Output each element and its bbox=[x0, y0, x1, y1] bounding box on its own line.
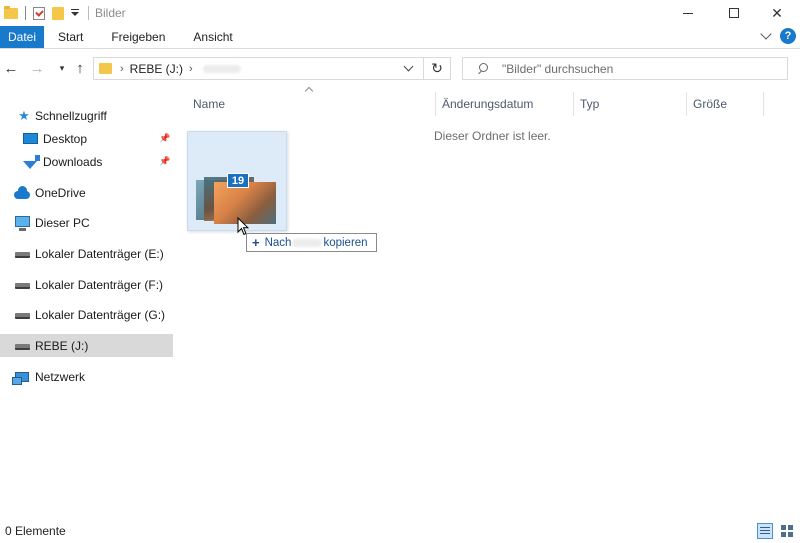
folder-icon bbox=[4, 5, 18, 19]
arrow-right-icon: → bbox=[29, 59, 45, 77]
column-divider[interactable] bbox=[435, 92, 436, 116]
search-input[interactable] bbox=[502, 61, 782, 76]
pin-icon[interactable]: 📌 bbox=[159, 156, 170, 166]
redacted-folder-name[interactable] bbox=[202, 64, 241, 73]
breadcrumb-separator-icon[interactable]: › bbox=[120, 63, 124, 75]
tab-freigeben[interactable]: Freigeben bbox=[97, 26, 179, 48]
arrow-up-icon: ↑ bbox=[76, 59, 84, 77]
forward-button[interactable]: → bbox=[28, 58, 46, 78]
back-button[interactable]: ← bbox=[2, 58, 20, 78]
window-title: Bilder bbox=[95, 6, 126, 20]
nav-item-dieser-pc[interactable]: Dieser PC bbox=[0, 211, 173, 234]
nav-item-label: Dieser PC bbox=[35, 215, 90, 230]
maximize-button[interactable] bbox=[711, 0, 757, 26]
nav-item-label: Lokaler Datenträger (E:) bbox=[35, 246, 164, 261]
drive-icon bbox=[14, 338, 30, 354]
column-header-name[interactable]: Name bbox=[193, 93, 225, 115]
refresh-icon: ↻ bbox=[431, 60, 443, 76]
address-row: ← → ▾ ↑ › REBE (J:) › ↻ bbox=[0, 50, 800, 86]
nav-item-label: Schnellzugriff bbox=[35, 108, 107, 123]
minimize-icon bbox=[683, 12, 693, 14]
large-icons-view-icon[interactable] bbox=[780, 524, 794, 538]
chevron-down-icon: ▾ bbox=[59, 62, 65, 73]
status-bar: 0 Elemente bbox=[0, 519, 800, 543]
nav-item-schnellzugriff[interactable]: ★ Schnellzugriff bbox=[0, 104, 173, 127]
nav-item-downloads[interactable]: Downloads 📌 bbox=[0, 150, 173, 173]
nav-item-drive-e[interactable]: Lokaler Datenträger (E:) bbox=[0, 242, 173, 265]
cloud-icon bbox=[14, 185, 30, 201]
arrow-left-icon: ← bbox=[3, 59, 19, 77]
nav-item-label: Downloads bbox=[43, 154, 103, 169]
drive-icon bbox=[14, 307, 30, 323]
customize-toolbar-icon[interactable] bbox=[71, 8, 79, 18]
sort-ascending-icon bbox=[304, 86, 314, 96]
maximize-icon bbox=[729, 8, 739, 18]
search-icon bbox=[477, 63, 488, 74]
empty-folder-message: Dieser Ordner ist leer. bbox=[434, 129, 551, 143]
drag-tooltip-suffix: kopieren bbox=[323, 236, 368, 249]
tab-ansicht[interactable]: Ansicht bbox=[179, 26, 246, 48]
breadcrumb-separator-icon[interactable]: › bbox=[189, 63, 193, 75]
search-box[interactable] bbox=[462, 57, 788, 80]
column-header-size[interactable]: Größe bbox=[693, 93, 727, 115]
up-button[interactable]: ↑ bbox=[71, 58, 89, 78]
pin-icon[interactable]: 📌 bbox=[159, 133, 170, 143]
nav-item-label: Netzwerk bbox=[35, 369, 86, 384]
expand-ribbon-icon[interactable] bbox=[760, 28, 772, 40]
nav-item-desktop[interactable]: Desktop 📌 bbox=[0, 127, 173, 150]
column-divider[interactable] bbox=[573, 92, 574, 116]
nav-item-label: Lokaler Datenträger (F:) bbox=[35, 277, 164, 292]
tab-datei[interactable]: Datei bbox=[0, 26, 44, 48]
column-divider[interactable] bbox=[686, 92, 687, 116]
column-header-date[interactable]: Änderungsdatum bbox=[442, 93, 533, 115]
ribbon-tabs: Datei Start Freigeben Ansicht ? bbox=[0, 26, 800, 49]
minimize-button[interactable] bbox=[665, 0, 711, 26]
close-button[interactable]: ✕ bbox=[754, 0, 800, 26]
nav-item-label: OneDrive bbox=[35, 185, 86, 200]
drive-icon bbox=[14, 246, 30, 262]
new-folder-icon[interactable] bbox=[52, 6, 64, 20]
nav-item-onedrive[interactable]: OneDrive bbox=[0, 181, 173, 204]
plus-icon: + bbox=[252, 235, 260, 250]
computer-icon bbox=[14, 215, 30, 231]
refresh-button[interactable]: ↻ bbox=[423, 57, 451, 80]
nav-item-label: REBE (J:) bbox=[35, 338, 89, 353]
title-bar: Bilder ✕ bbox=[0, 0, 800, 26]
desktop-icon bbox=[22, 131, 38, 147]
folder-icon bbox=[99, 63, 112, 74]
drag-tooltip-prefix: Nach bbox=[264, 236, 292, 249]
column-divider[interactable] bbox=[763, 92, 764, 116]
network-icon bbox=[12, 369, 30, 385]
title-divider bbox=[88, 6, 89, 20]
drag-preview: 19 bbox=[187, 131, 287, 231]
item-count: 0 Elemente bbox=[5, 524, 66, 538]
address-bar[interactable]: › REBE (J:) › bbox=[93, 57, 451, 80]
nav-item-drive-j[interactable]: REBE (J:) bbox=[0, 334, 173, 357]
navigation-pane: ★ Schnellzugriff Desktop 📌 Downloads 📌 O… bbox=[0, 92, 176, 517]
nav-item-netzwerk[interactable]: Netzwerk bbox=[0, 365, 173, 388]
drag-count-badge: 19 bbox=[227, 173, 249, 188]
drive-icon bbox=[14, 277, 30, 293]
recent-locations-button[interactable]: ▾ bbox=[53, 58, 71, 78]
toolbar-divider bbox=[25, 6, 26, 20]
nav-item-label: Lokaler Datenträger (G:) bbox=[35, 307, 166, 322]
column-header-type[interactable]: Typ bbox=[580, 93, 599, 115]
star-icon: ★ bbox=[18, 107, 30, 123]
properties-icon[interactable] bbox=[33, 6, 45, 20]
details-view-icon[interactable] bbox=[757, 523, 773, 539]
redacted-target-name bbox=[292, 238, 323, 247]
download-icon bbox=[22, 154, 40, 170]
nav-item-label: Desktop bbox=[43, 131, 88, 146]
close-icon: ✕ bbox=[771, 4, 783, 21]
tab-start[interactable]: Start bbox=[44, 26, 97, 48]
drag-tooltip: + Nach kopieren bbox=[246, 233, 377, 252]
address-history-icon[interactable] bbox=[403, 61, 414, 72]
nav-item-drive-f[interactable]: Lokaler Datenträger (F:) bbox=[0, 273, 173, 296]
breadcrumb-drive[interactable]: REBE (J:) bbox=[130, 62, 183, 76]
help-icon[interactable]: ? bbox=[780, 28, 796, 44]
nav-item-drive-g[interactable]: Lokaler Datenträger (G:) bbox=[0, 303, 173, 326]
